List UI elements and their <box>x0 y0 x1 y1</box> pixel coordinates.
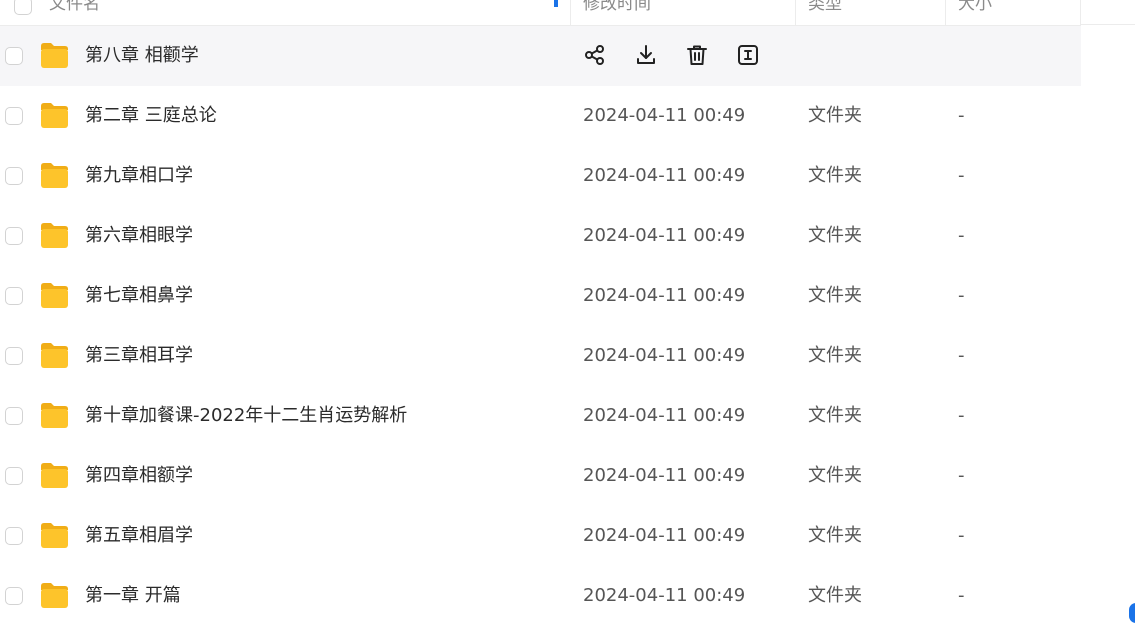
column-divider[interactable] <box>570 0 571 25</box>
column-header-type[interactable]: 类型 <box>808 0 842 15</box>
file-type: 文件夹 <box>808 105 862 126</box>
row-checkbox[interactable] <box>5 47 23 65</box>
file-type: 文件夹 <box>808 405 862 426</box>
file-size: - <box>958 285 965 306</box>
file-type: 文件夹 <box>808 585 862 606</box>
file-type: 文件夹 <box>808 165 862 186</box>
table-row[interactable]: 第五章相眉学 2024-04-11 00:49 文件夹 - <box>0 506 1081 566</box>
header-divider-extension <box>1081 24 1135 25</box>
column-divider[interactable] <box>945 0 946 25</box>
file-size: - <box>958 405 965 426</box>
file-name[interactable]: 第二章 三庭总论 <box>85 104 217 128</box>
file-name[interactable]: 第六章相眼学 <box>85 224 193 248</box>
row-checkbox[interactable] <box>5 527 23 545</box>
folder-icon <box>41 583 68 608</box>
column-header-name[interactable]: 文件名 <box>49 0 100 15</box>
modified-time: 2024-04-11 00:49 <box>583 285 746 306</box>
file-size: - <box>958 105 965 126</box>
folder-icon <box>41 403 68 428</box>
select-all-checkbox[interactable] <box>14 0 32 15</box>
table-row[interactable]: 第七章相鼻学 2024-04-11 00:49 文件夹 - <box>0 266 1081 326</box>
folder-icon <box>41 43 68 68</box>
file-name[interactable]: 第五章相眉学 <box>85 524 193 548</box>
row-checkbox[interactable] <box>5 107 23 125</box>
row-checkbox[interactable] <box>5 407 23 425</box>
file-name[interactable]: 第一章 开篇 <box>85 584 181 608</box>
file-size: - <box>958 585 965 606</box>
file-name[interactable]: 第四章相额学 <box>85 464 193 488</box>
file-type: 文件夹 <box>808 285 862 306</box>
file-size: - <box>958 525 965 546</box>
table-row[interactable]: 第一章 开篇 2024-04-11 00:49 文件夹 - <box>0 566 1081 626</box>
table-row[interactable]: 第九章相口学 2024-04-11 00:49 文件夹 - <box>0 146 1081 206</box>
table-row[interactable]: 第十章加餐课-2022年十二生肖运势解析 2024-04-11 00:49 文件… <box>0 386 1081 446</box>
folder-icon <box>41 163 68 188</box>
file-name[interactable]: 第八章 相颧学 <box>85 44 199 68</box>
file-size: - <box>958 165 965 186</box>
file-type: 文件夹 <box>808 525 862 546</box>
file-type: 文件夹 <box>808 465 862 486</box>
modified-time: 2024-04-11 00:49 <box>583 585 746 606</box>
table-row[interactable]: 第四章相额学 2024-04-11 00:49 文件夹 - <box>0 446 1081 506</box>
file-type: 文件夹 <box>808 225 862 246</box>
row-checkbox[interactable] <box>5 467 23 485</box>
column-header-modified[interactable]: 修改时间 <box>583 0 651 15</box>
folder-icon <box>41 103 68 128</box>
modified-time: 2024-04-11 00:49 <box>583 525 746 546</box>
share-icon[interactable] <box>583 43 607 67</box>
folder-icon <box>41 523 68 548</box>
column-divider[interactable] <box>795 0 796 25</box>
modified-time: 2024-04-11 00:49 <box>583 345 746 366</box>
row-checkbox[interactable] <box>5 227 23 245</box>
table-row[interactable]: 第三章相耳学 2024-04-11 00:49 文件夹 - <box>0 326 1081 386</box>
file-type: 文件夹 <box>808 345 862 366</box>
folder-icon <box>41 283 68 308</box>
folder-icon <box>41 343 68 368</box>
file-size: - <box>958 345 965 366</box>
floating-action-edge[interactable] <box>1129 603 1135 623</box>
folder-icon <box>41 463 68 488</box>
row-checkbox[interactable] <box>5 587 23 605</box>
file-size: - <box>958 465 965 486</box>
table-row[interactable]: 第六章相眼学 2024-04-11 00:49 文件夹 - <box>0 206 1081 266</box>
column-header-size[interactable]: 大小 <box>958 0 992 15</box>
modified-time: 2024-04-11 00:49 <box>583 225 746 246</box>
file-size: - <box>958 225 965 246</box>
row-checkbox[interactable] <box>5 167 23 185</box>
modified-time: 2024-04-11 00:49 <box>583 405 746 426</box>
modified-time: 2024-04-11 00:49 <box>583 465 746 486</box>
file-name[interactable]: 第三章相耳学 <box>85 344 193 368</box>
rename-icon[interactable] <box>736 43 760 67</box>
file-name[interactable]: 第十章加餐课-2022年十二生肖运势解析 <box>85 404 407 428</box>
sort-ascending-icon[interactable] <box>549 0 563 9</box>
file-name[interactable]: 第七章相鼻学 <box>85 284 193 308</box>
modified-time: 2024-04-11 00:49 <box>583 165 746 186</box>
table-row[interactable]: 第二章 三庭总论 2024-04-11 00:49 文件夹 - <box>0 86 1081 146</box>
table-row[interactable]: 第八章 相颧学 <box>0 26 1081 86</box>
row-checkbox[interactable] <box>5 347 23 365</box>
modified-time: 2024-04-11 00:49 <box>583 105 746 126</box>
delete-icon[interactable] <box>685 43 709 67</box>
file-name[interactable]: 第九章相口学 <box>85 164 193 188</box>
column-divider <box>1080 0 1081 25</box>
folder-icon <box>41 223 68 248</box>
download-icon[interactable] <box>634 43 658 67</box>
file-list-header: 文件名 修改时间 类型 大小 <box>0 0 1081 26</box>
row-checkbox[interactable] <box>5 287 23 305</box>
